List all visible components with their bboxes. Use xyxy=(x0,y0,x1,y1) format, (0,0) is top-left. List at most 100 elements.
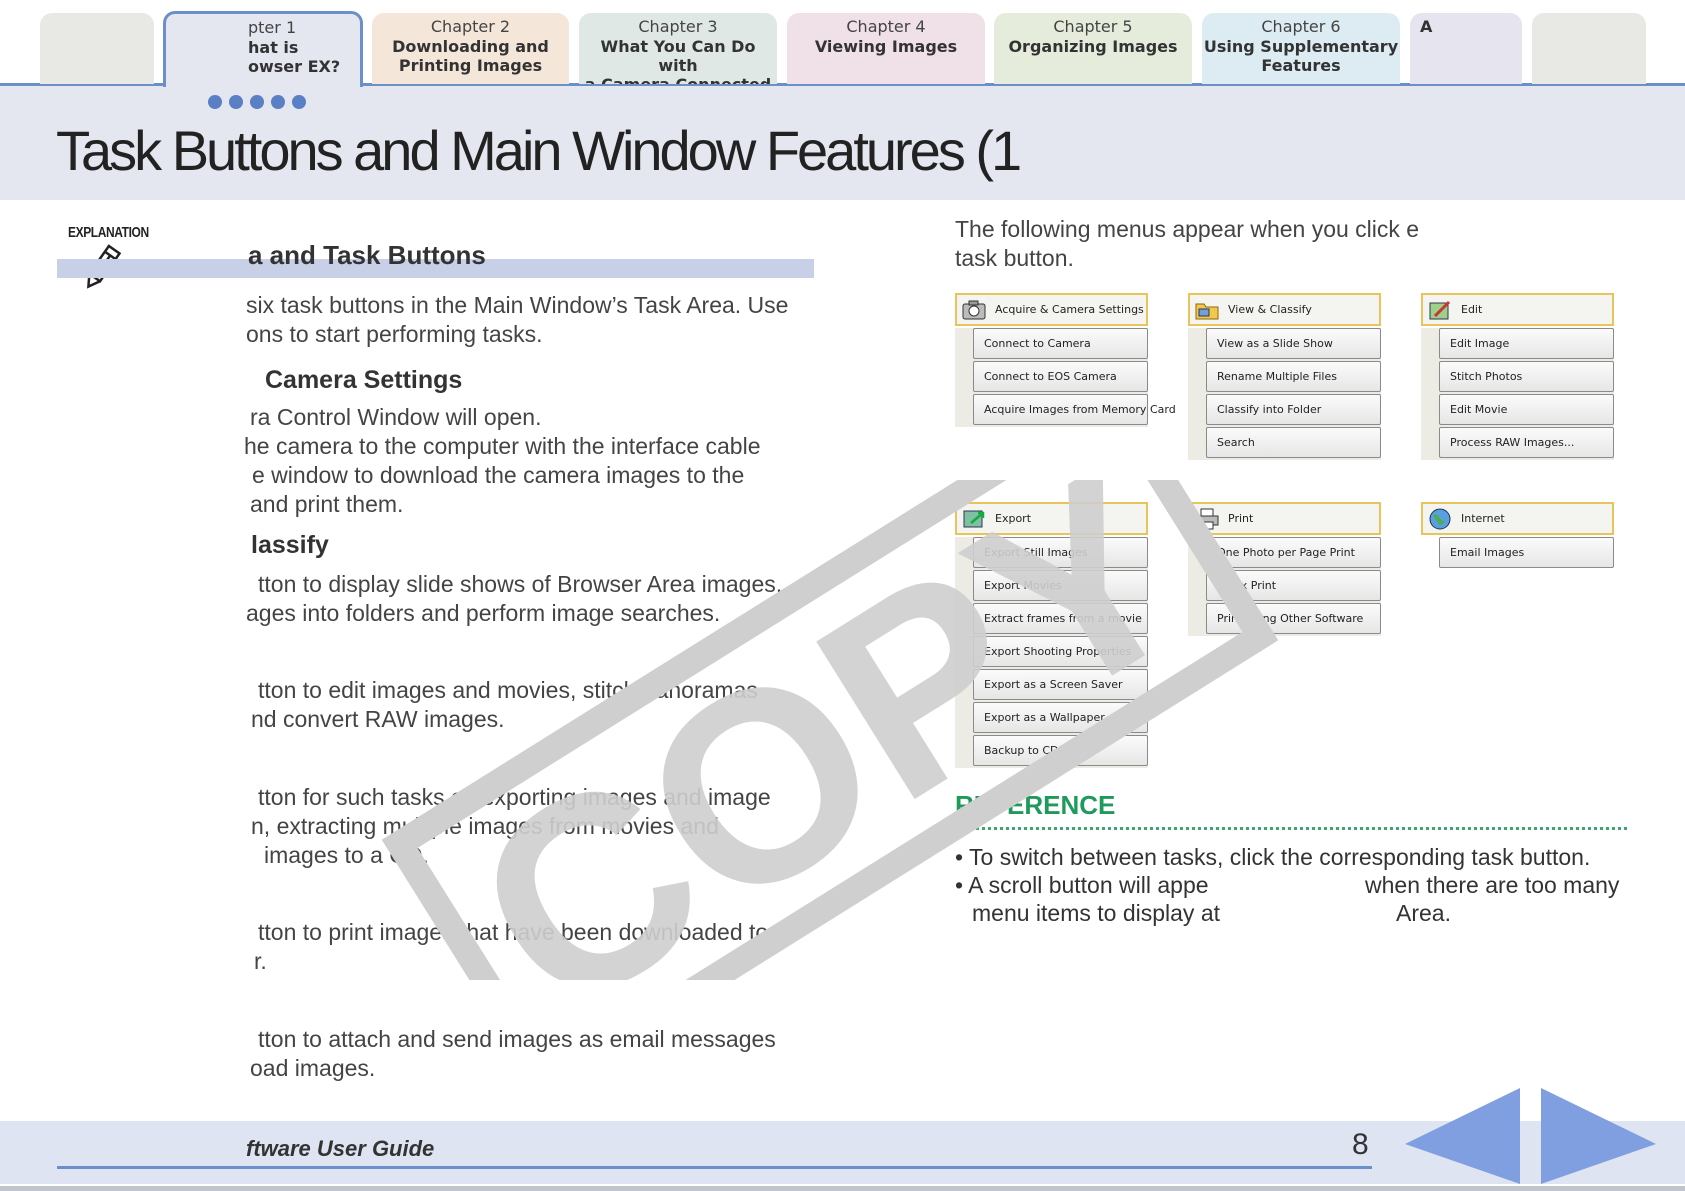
menu-items: One Photo per Page Print Index Print Pri… xyxy=(1188,537,1381,636)
previous-page-button[interactable] xyxy=(1405,1088,1520,1184)
tab-title-line: hat is xyxy=(248,38,299,57)
globe-icon xyxy=(1429,508,1451,530)
tab-chapter-5[interactable]: Chapter 5 Organizing Images xyxy=(994,13,1192,84)
body-line: tton to display slide shows of Browser A… xyxy=(258,571,783,597)
body-line: nd convert RAW images. xyxy=(251,706,505,732)
tab-number: Chapter 2 xyxy=(430,17,511,36)
menu-title: Export xyxy=(995,512,1032,525)
menu-item-one-photo-per-page[interactable]: One Photo per Page Print xyxy=(1206,537,1381,568)
reference-item-part: • A scroll button will appe xyxy=(955,872,1209,898)
tab-title: Viewing Images xyxy=(814,37,958,56)
body-line: n, extracting multiple images from movie… xyxy=(251,813,719,839)
intro-line: six task buttons in the Main Window’s Ta… xyxy=(246,292,789,318)
menu-item-search[interactable]: Search xyxy=(1206,427,1381,458)
task-button-edit[interactable]: Edit xyxy=(1421,293,1614,326)
reference-item: • To switch between tasks, click the cor… xyxy=(955,844,1591,870)
body-line: he camera to the computer with the inter… xyxy=(244,433,761,459)
menu-item-print-other-software[interactable]: Print Using Other Software xyxy=(1206,603,1381,634)
left-arrow-icon xyxy=(1405,1088,1520,1184)
menu-items: View as a Slide Show Rename Multiple Fil… xyxy=(1188,328,1381,460)
menu-item-edit-image[interactable]: Edit Image xyxy=(1439,328,1614,359)
explanation-label: EXPLANATION xyxy=(68,224,149,241)
menu-item-process-raw[interactable]: Process RAW Images... xyxy=(1439,427,1614,458)
body-line: ages into folders and perform image sear… xyxy=(246,600,721,626)
tab-blank-left[interactable] xyxy=(40,13,154,84)
menu-item-export-shooting-properties[interactable]: Export Shooting Properties xyxy=(973,636,1148,667)
task-button-print[interactable]: Print xyxy=(1188,502,1381,535)
task-button-view-classify[interactable]: View & Classify xyxy=(1188,293,1381,326)
tab-title: Using Supplementary Features xyxy=(1203,37,1399,75)
menu-item-rename-multiple-files[interactable]: Rename Multiple Files xyxy=(1206,361,1381,392)
tab-title: What You Can Do with a Camera Connected xyxy=(585,37,772,84)
menus-intro: The following menus appear when you clic… xyxy=(955,215,1419,273)
tab-number: pter 1 xyxy=(248,18,297,37)
menu-item-connect-to-camera[interactable]: Connect to Camera xyxy=(973,328,1148,359)
menu-edit: Edit Edit Image Stitch Photos Edit Movie… xyxy=(1421,293,1614,460)
tab-chapter-6[interactable]: Chapter 6 Using Supplementary Features xyxy=(1202,13,1400,84)
progress-dot xyxy=(208,95,222,109)
tab-appendix[interactable]: A xyxy=(1410,13,1522,84)
page-title: Task Buttons and Main Window Features (1 xyxy=(56,119,1022,182)
menu-item-export-still-images[interactable]: Export Still Images xyxy=(973,537,1148,568)
menu-item-index-print[interactable]: Index Print xyxy=(1206,570,1381,601)
tab-chapter-1[interactable]: pter 1 hat is owser EX? xyxy=(163,11,363,87)
tab-number: Chapter 5 xyxy=(1053,17,1133,36)
menu-item-extract-frames[interactable]: Extract frames from a movie xyxy=(973,603,1148,634)
printer-icon xyxy=(1195,508,1219,530)
progress-dot xyxy=(271,95,285,109)
menu-print: Print One Photo per Page Print Index Pri… xyxy=(1188,502,1381,636)
body-line: tton to attach and send images as email … xyxy=(258,1026,776,1052)
menu-view-classify: View & Classify View as a Slide Show Ren… xyxy=(1188,293,1381,460)
tab-title: Organizing Images xyxy=(1008,37,1178,56)
menu-item-edit-movie[interactable]: Edit Movie xyxy=(1439,394,1614,425)
reference-item-part: when there are too many xyxy=(1365,872,1620,898)
task-button-internet[interactable]: Internet xyxy=(1421,502,1614,535)
menu-item-acquire-from-memory-card[interactable]: Acquire Images from Memory Card xyxy=(973,394,1176,425)
menu-item-export-movies[interactable]: Export Movies xyxy=(973,570,1148,601)
menu-title: Print xyxy=(1228,512,1254,525)
tab-blank-right[interactable] xyxy=(1532,13,1646,84)
next-page-button[interactable] xyxy=(1541,1088,1656,1184)
export-icon xyxy=(963,510,985,528)
page-number: 8 xyxy=(1352,1128,1369,1161)
menu-item-export-screen-saver[interactable]: Export as a Screen Saver xyxy=(973,669,1148,700)
tab-title: A xyxy=(1420,17,1433,36)
menu-item-connect-to-eos-camera[interactable]: Connect to EOS Camera xyxy=(973,361,1148,392)
reference-divider xyxy=(957,827,1627,830)
camera-icon xyxy=(962,300,986,320)
tab-number: Chapter 3 xyxy=(638,17,718,36)
subheading-classify: lassify xyxy=(251,531,329,559)
menu-item-email-images[interactable]: Email Images xyxy=(1439,537,1614,568)
tab-number: Chapter 4 xyxy=(846,17,926,36)
menu-item-export-wallpaper[interactable]: Export as a Wallpaper xyxy=(973,702,1148,733)
tab-chapter-3[interactable]: Chapter 3 What You Can Do with a Camera … xyxy=(579,13,777,84)
menu-title: Internet xyxy=(1461,512,1505,525)
menu-title: Acquire & Camera Settings xyxy=(995,303,1144,316)
menu-item-classify-into-folder[interactable]: Classify into Folder xyxy=(1206,394,1381,425)
tab-title: Downloading and Printing Images xyxy=(392,37,549,75)
menu-items: Edit Image Stitch Photos Edit Movie Proc… xyxy=(1421,328,1614,460)
reference-item-part: menu items to display at xyxy=(972,900,1221,926)
menu-internet: Internet Email Images xyxy=(1421,502,1614,570)
task-button-export[interactable]: Export xyxy=(955,502,1148,535)
task-button-acquire-camera-settings[interactable]: Acquire & Camera Settings xyxy=(955,293,1148,326)
menu-items: Email Images xyxy=(1421,537,1614,570)
menu-title: View & Classify xyxy=(1228,303,1312,316)
menu-export: Export Export Still Images Export Movies… xyxy=(955,502,1148,768)
reference-item-part: Area. xyxy=(1396,900,1451,926)
tab-number: Chapter 6 xyxy=(1261,17,1341,36)
menus-intro-line: task button. xyxy=(955,245,1074,271)
footer-title: ftware User Guide xyxy=(246,1136,435,1161)
tab-chapter-2[interactable]: Chapter 2 Downloading and Printing Image… xyxy=(372,13,569,84)
menu-title: Edit xyxy=(1461,303,1483,316)
body-line: tton to edit images and movies, stitch p… xyxy=(258,677,758,703)
menu-items: Connect to Camera Connect to EOS Camera … xyxy=(955,328,1176,427)
body-line: ra Control Window will open. xyxy=(250,404,542,430)
menu-item-slide-show[interactable]: View as a Slide Show xyxy=(1206,328,1381,359)
body-line: r. xyxy=(254,948,267,974)
right-arrow-icon xyxy=(1541,1088,1656,1184)
menu-item-stitch-photos[interactable]: Stitch Photos xyxy=(1439,361,1614,392)
tab-chapter-4[interactable]: Chapter 4 Viewing Images xyxy=(787,13,985,84)
menu-acquire-camera-settings: Acquire & Camera Settings Connect to Cam… xyxy=(955,293,1176,427)
menu-item-backup-to-cd[interactable]: Backup to CD xyxy=(973,735,1148,766)
